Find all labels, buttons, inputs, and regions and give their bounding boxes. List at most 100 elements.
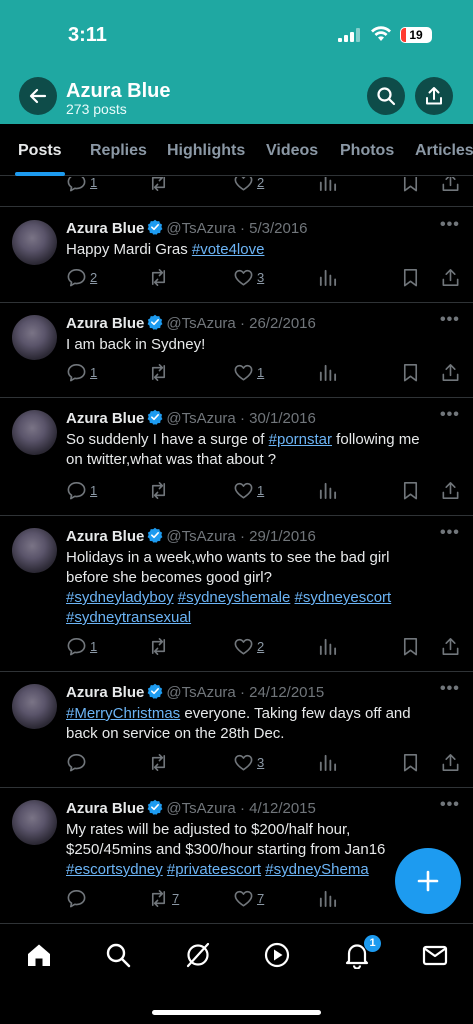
reply-button[interactable] — [66, 752, 87, 773]
tab-highlights[interactable]: Highlights — [167, 142, 245, 160]
hashtag-link[interactable]: #sydneytransexual — [66, 609, 191, 626]
views-button[interactable] — [317, 888, 338, 909]
share-post-button[interactable] — [440, 480, 461, 501]
tweet-date[interactable]: 30/1/2016 — [249, 410, 316, 427]
tab-videos[interactable]: Videos — [266, 142, 318, 160]
tab-posts[interactable]: Posts — [18, 142, 62, 160]
tweet[interactable]: Azura Blue @TsAzura · 5/3/2016 ••• Happy … — [0, 208, 473, 303]
author-name[interactable]: Azura Blue — [66, 315, 144, 332]
bookmark-button[interactable] — [400, 362, 421, 383]
author-name[interactable]: Azura Blue — [66, 800, 144, 817]
share-post-button[interactable] — [440, 636, 461, 657]
tweet-date[interactable]: 5/3/2016 — [249, 220, 307, 237]
avatar[interactable] — [12, 528, 57, 573]
share-button[interactable] — [415, 77, 453, 115]
more-options-icon[interactable]: ••• — [440, 680, 460, 698]
bookmark-button[interactable] — [400, 177, 421, 193]
back-button[interactable] — [19, 77, 57, 115]
tweet[interactable]: Azura Blue @TsAzura · 29/1/2016 ••• Holid… — [0, 516, 473, 672]
more-options-icon[interactable]: ••• — [440, 796, 460, 814]
nav-messages[interactable] — [420, 940, 450, 970]
repost-button[interactable] — [148, 177, 169, 193]
author-handle[interactable]: @TsAzura — [166, 410, 235, 427]
compose-post-button[interactable] — [395, 848, 461, 914]
more-options-icon[interactable]: ••• — [440, 216, 460, 234]
nav-video[interactable] — [262, 940, 292, 970]
hashtag-link[interactable]: #sydneyShema — [265, 861, 368, 878]
author-handle[interactable]: @TsAzura — [166, 800, 235, 817]
tweet-date[interactable]: 26/2/2016 — [249, 315, 316, 332]
tab-articles[interactable]: Articles — [415, 142, 473, 160]
share-post-button[interactable] — [440, 267, 461, 288]
more-options-icon[interactable]: ••• — [440, 524, 460, 542]
like-button[interactable]: 2 — [233, 636, 264, 657]
reply-button[interactable] — [66, 888, 87, 909]
like-button[interactable]: 3 — [233, 267, 264, 288]
tab-photos[interactable]: Photos — [340, 142, 394, 160]
bookmark-button[interactable] — [400, 480, 421, 501]
nav-grok[interactable] — [183, 940, 213, 970]
reply-button[interactable]: 1 — [66, 480, 97, 501]
like-button[interactable]: 1 — [233, 362, 264, 383]
tab-replies[interactable]: Replies — [90, 142, 147, 160]
like-button[interactable]: 1 — [233, 480, 264, 501]
nav-search[interactable] — [103, 940, 133, 970]
author-handle[interactable]: @TsAzura — [166, 315, 235, 332]
avatar[interactable] — [12, 800, 57, 845]
tweet[interactable]: Azura Blue @TsAzura · 26/2/2016 ••• I am … — [0, 303, 473, 398]
hashtag-link[interactable]: #sydneyshemale — [178, 589, 291, 606]
hashtag-link[interactable]: #privateescort — [167, 861, 261, 878]
nav-home[interactable] — [24, 940, 54, 970]
repost-button[interactable] — [148, 362, 169, 383]
views-button[interactable] — [317, 480, 338, 501]
views-button[interactable] — [317, 752, 338, 773]
tweet[interactable]: Azura Blue @TsAzura · 30/1/2016 ••• So su… — [0, 398, 473, 516]
repost-button[interactable] — [148, 752, 169, 773]
bookmark-button[interactable] — [400, 752, 421, 773]
hashtag-link[interactable]: #sydneyladyboy — [66, 589, 174, 606]
author-name[interactable]: Azura Blue — [66, 684, 144, 701]
author-name[interactable]: Azura Blue — [66, 410, 144, 427]
like-button[interactable]: 2 — [233, 177, 264, 193]
bookmark-button[interactable] — [400, 636, 421, 657]
like-button[interactable]: 7 — [233, 888, 264, 909]
avatar[interactable] — [12, 315, 57, 360]
repost-button[interactable] — [148, 636, 169, 657]
repost-button[interactable]: 7 — [148, 888, 179, 909]
tweet-date[interactable]: 29/1/2016 — [249, 528, 316, 545]
search-button[interactable] — [367, 77, 405, 115]
hashtag-link[interactable]: #sydneyescort — [295, 589, 392, 606]
tweet[interactable]: Azura Blue @TsAzura · 24/12/2015 ••• #Mer… — [0, 672, 473, 788]
tweet[interactable]: Azura Blue @TsAzura · 4/12/2015 ••• My ra… — [0, 788, 473, 923]
hashtag-link[interactable]: #vote4love — [192, 241, 265, 258]
views-button[interactable] — [317, 177, 338, 193]
hashtag-link[interactable]: #pornstar — [269, 431, 332, 448]
reply-button[interactable]: 1 — [66, 177, 97, 193]
avatar[interactable] — [12, 220, 57, 265]
hashtag-link[interactable]: #escortsydney — [66, 861, 163, 878]
views-button[interactable] — [317, 362, 338, 383]
reply-button[interactable]: 2 — [66, 267, 97, 288]
author-handle[interactable]: @TsAzura — [166, 684, 235, 701]
author-name[interactable]: Azura Blue — [66, 220, 144, 237]
reply-button[interactable]: 1 — [66, 636, 97, 657]
reply-button[interactable]: 1 — [66, 362, 97, 383]
repost-button[interactable] — [148, 480, 169, 501]
author-name[interactable]: Azura Blue — [66, 528, 144, 545]
share-post-button[interactable] — [440, 362, 461, 383]
bookmark-button[interactable] — [400, 267, 421, 288]
tweet-date[interactable]: 4/12/2015 — [249, 800, 316, 817]
views-button[interactable] — [317, 267, 338, 288]
avatar[interactable] — [12, 684, 57, 729]
more-options-icon[interactable]: ••• — [440, 311, 460, 329]
repost-button[interactable] — [148, 267, 169, 288]
share-post-button[interactable] — [440, 177, 461, 193]
avatar[interactable] — [12, 410, 57, 455]
author-handle[interactable]: @TsAzura — [166, 220, 235, 237]
share-post-button[interactable] — [440, 752, 461, 773]
views-button[interactable] — [317, 636, 338, 657]
author-handle[interactable]: @TsAzura — [166, 528, 235, 545]
like-button[interactable]: 3 — [233, 752, 264, 773]
tweet-date[interactable]: 24/12/2015 — [249, 684, 324, 701]
tweet-partial[interactable]: 1 2 — [0, 177, 473, 207]
